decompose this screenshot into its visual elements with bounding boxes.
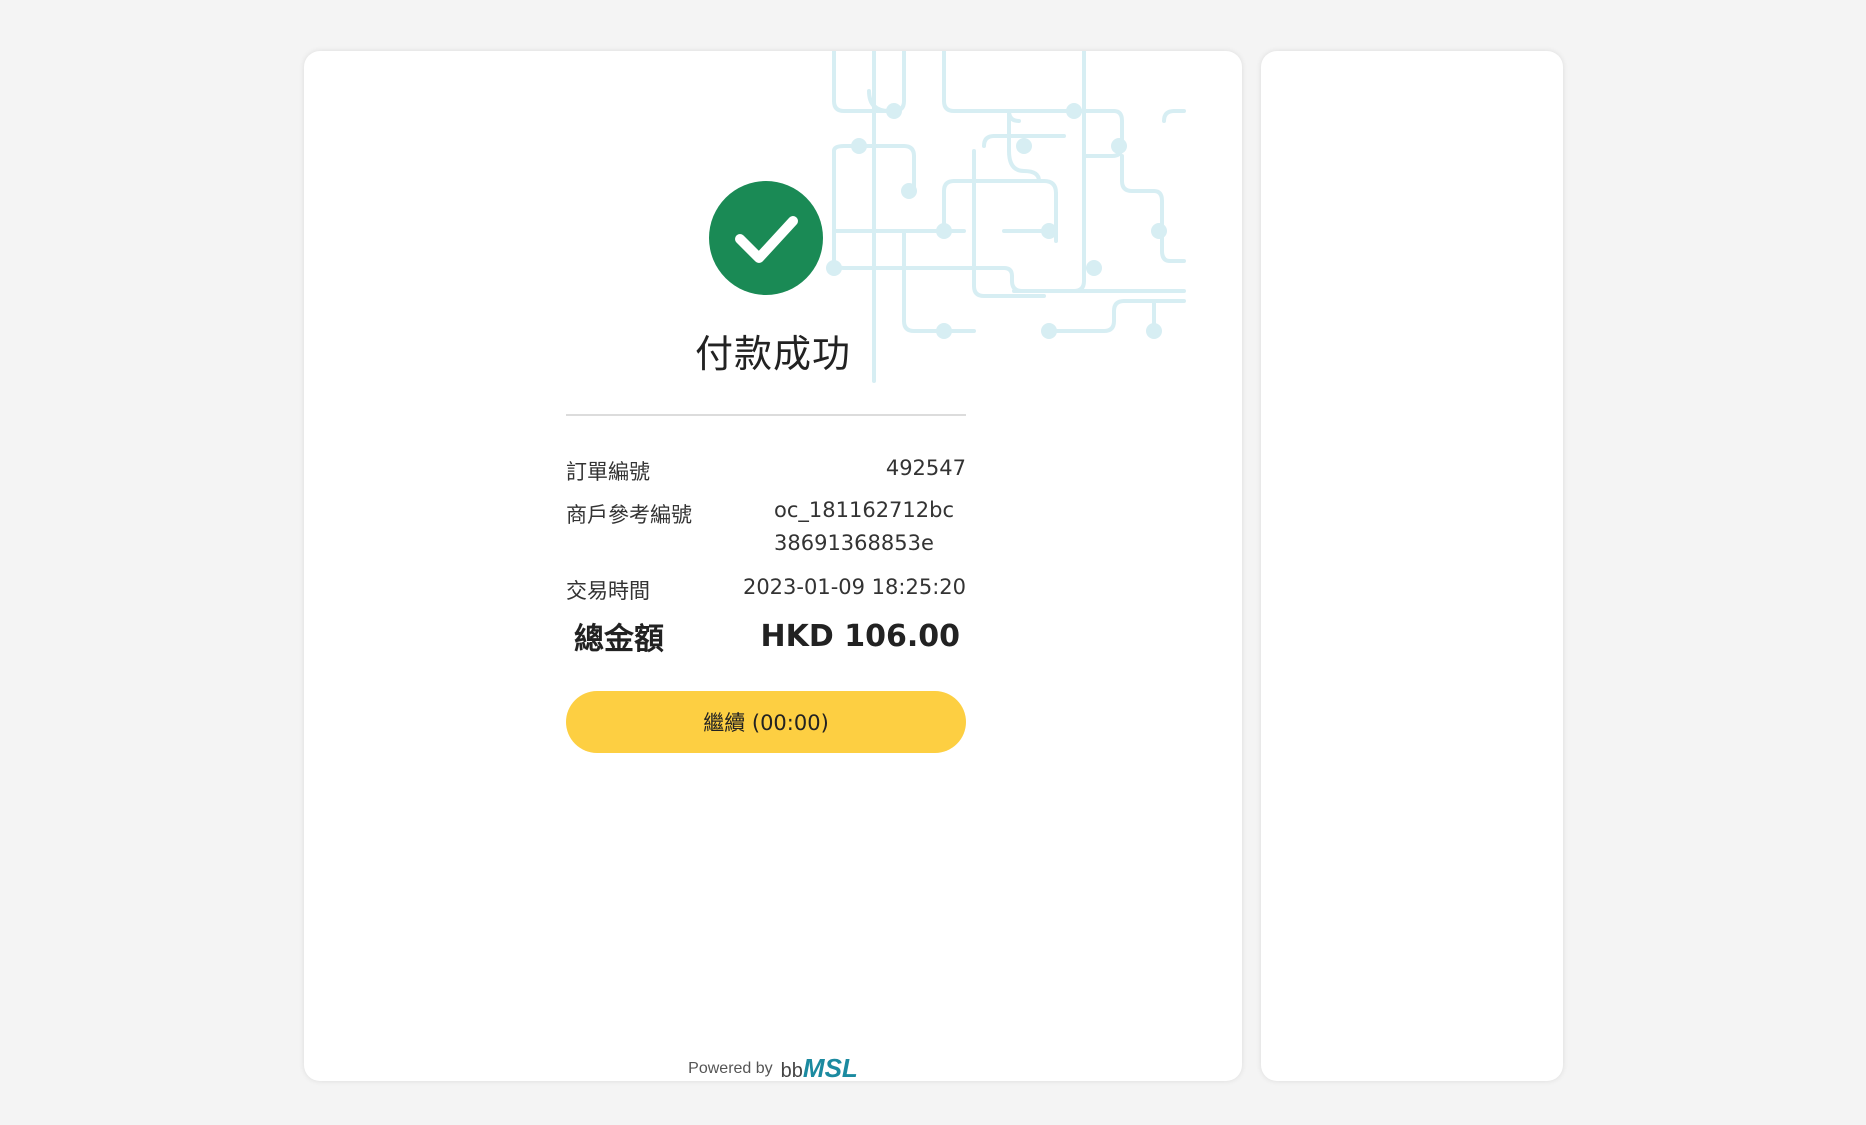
powered-by-footer: Powered by bb MSL <box>304 1053 1242 1081</box>
payment-result-card: 付款成功 訂單編號 492547 商戶參考編號 oc_181162712bc38… <box>304 51 1242 1081</box>
logo-name: MSL <box>802 1053 858 1081</box>
merchant-reference-value: oc_181162712bc38691368853e <box>774 498 955 555</box>
transaction-time-value: 2023-01-09 18:25:20 <box>742 575 966 599</box>
total-amount-row: 總金額 HKD 106.00 <box>574 614 960 658</box>
order-number-value: 492547 <box>885 456 966 480</box>
order-number-row: 訂單編號 492547 <box>566 456 966 486</box>
payment-status-title: 付款成功 <box>694 332 851 376</box>
transaction-time-label: 交易時間 <box>566 579 650 603</box>
total-amount-label: 總金額 <box>574 622 664 657</box>
bbmsl-logo: bb MSL <box>781 1053 858 1081</box>
transaction-time-row: 交易時間 2023-01-09 18:25:20 <box>566 575 966 605</box>
order-number-label: 訂單編號 <box>566 460 650 484</box>
merchant-reference-label: 商戶參考編號 <box>566 503 692 527</box>
merchant-reference-row: 商戶參考編號 oc_181162712bc38691368853e <box>566 498 966 560</box>
divider <box>566 414 966 416</box>
total-amount-value: HKD 106.00 <box>760 618 960 654</box>
continue-button[interactable]: 繼續 (00:00) <box>566 691 966 753</box>
logo-prefix: bb <box>780 1060 803 1081</box>
side-panel <box>1261 51 1563 1081</box>
powered-by-text: Powered by <box>688 1059 773 1077</box>
check-circle-icon <box>709 181 823 295</box>
